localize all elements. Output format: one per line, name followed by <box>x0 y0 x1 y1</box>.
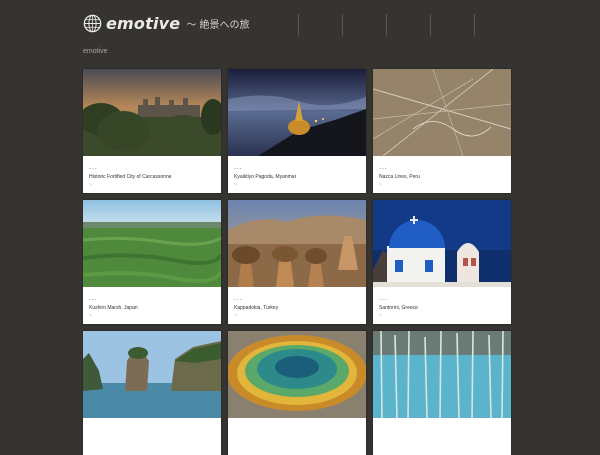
card-meta: ~ <box>234 182 237 188</box>
photo-santorini-image <box>373 200 511 287</box>
photo-nazca[interactable] <box>373 69 511 156</box>
photo-rock-island-image <box>83 331 221 418</box>
globe-icon <box>83 14 102 33</box>
top-nav <box>298 14 475 36</box>
photo-hot-spring-image <box>228 331 366 418</box>
card-title[interactable]: Kushiro Marsh, Japan <box>89 304 215 312</box>
card-dots <box>89 426 215 435</box>
card-meta: ~ <box>89 182 92 188</box>
card-dots <box>234 426 360 435</box>
card-dots: ... <box>89 295 98 302</box>
logo-wordmark: emotive <box>106 14 181 33</box>
photo-carcassonne[interactable] <box>83 69 221 156</box>
site-logo[interactable]: emotive 〜 絶景への旅 <box>83 14 250 33</box>
photo-nazca-image <box>373 69 511 156</box>
card-dots: ... <box>379 164 388 171</box>
card-title[interactable]: Historic Fortified City of Carcassonne <box>89 173 215 181</box>
photo-card-nazca[interactable]: ... Nazca Lines, Peru ~ <box>373 69 511 193</box>
card-meta: ~ <box>379 313 382 319</box>
nav-item-1[interactable] <box>298 14 342 36</box>
card-meta: ~ <box>89 313 92 319</box>
card-dots: ... <box>234 164 243 171</box>
photo-card-kyaiktiyo[interactable]: ... Kyaiktiyo Pagoda, Myanmar ~ <box>228 69 366 193</box>
nav-item-2[interactable] <box>342 14 386 36</box>
card-meta: ~ <box>234 313 237 319</box>
nav-item-4[interactable] <box>430 14 475 36</box>
card-title[interactable]: Santorini, Greece <box>379 304 505 312</box>
photo-card-rock-island[interactable] <box>83 331 221 455</box>
card-dots: ... <box>379 295 388 302</box>
card-dots: ... <box>234 295 243 302</box>
photo-card-kappadokia[interactable]: ... Kappadokia, Turkey ~ <box>228 200 366 324</box>
photo-kyaiktiyo-image <box>228 69 366 156</box>
logo-tagline: 〜 絶景への旅 <box>186 20 250 31</box>
photo-card-santorini[interactable]: ... Santorini, Greece ~ <box>373 200 511 324</box>
photo-kushiro[interactable] <box>83 200 221 287</box>
photo-blue-pond-image <box>373 331 511 418</box>
photo-card-kushiro[interactable]: ... Kushiro Marsh, Japan ~ <box>83 200 221 324</box>
photo-carcassonne-image <box>83 69 221 156</box>
card-dots <box>379 426 505 435</box>
site-header: emotive 〜 絶景への旅 <box>83 12 593 38</box>
photo-kappadokia[interactable] <box>228 200 366 287</box>
photo-rock-island[interactable] <box>83 331 221 418</box>
card-title[interactable]: Kyaiktiyo Pagoda, Myanmar <box>234 173 360 181</box>
photo-grid: ... Historic Fortified City of Carcasson… <box>83 69 511 455</box>
photo-kappadokia-image <box>228 200 366 287</box>
section-label: emotive <box>83 48 108 55</box>
photo-card-hot-spring[interactable] <box>228 331 366 455</box>
photo-blue-pond[interactable] <box>373 331 511 418</box>
card-title[interactable]: Nazca Lines, Peru <box>379 173 505 181</box>
card-title[interactable]: Kappadokia, Turkey <box>234 304 360 312</box>
photo-kyaiktiyo[interactable] <box>228 69 366 156</box>
photo-card-blue-pond[interactable] <box>373 331 511 455</box>
photo-kushiro-image <box>83 200 221 287</box>
card-dots: ... <box>89 164 98 171</box>
photo-card-carcassonne[interactable]: ... Historic Fortified City of Carcasson… <box>83 69 221 193</box>
nav-item-3[interactable] <box>386 14 430 36</box>
photo-santorini[interactable] <box>373 200 511 287</box>
card-meta: ~ <box>379 182 382 188</box>
photo-hot-spring[interactable] <box>228 331 366 418</box>
